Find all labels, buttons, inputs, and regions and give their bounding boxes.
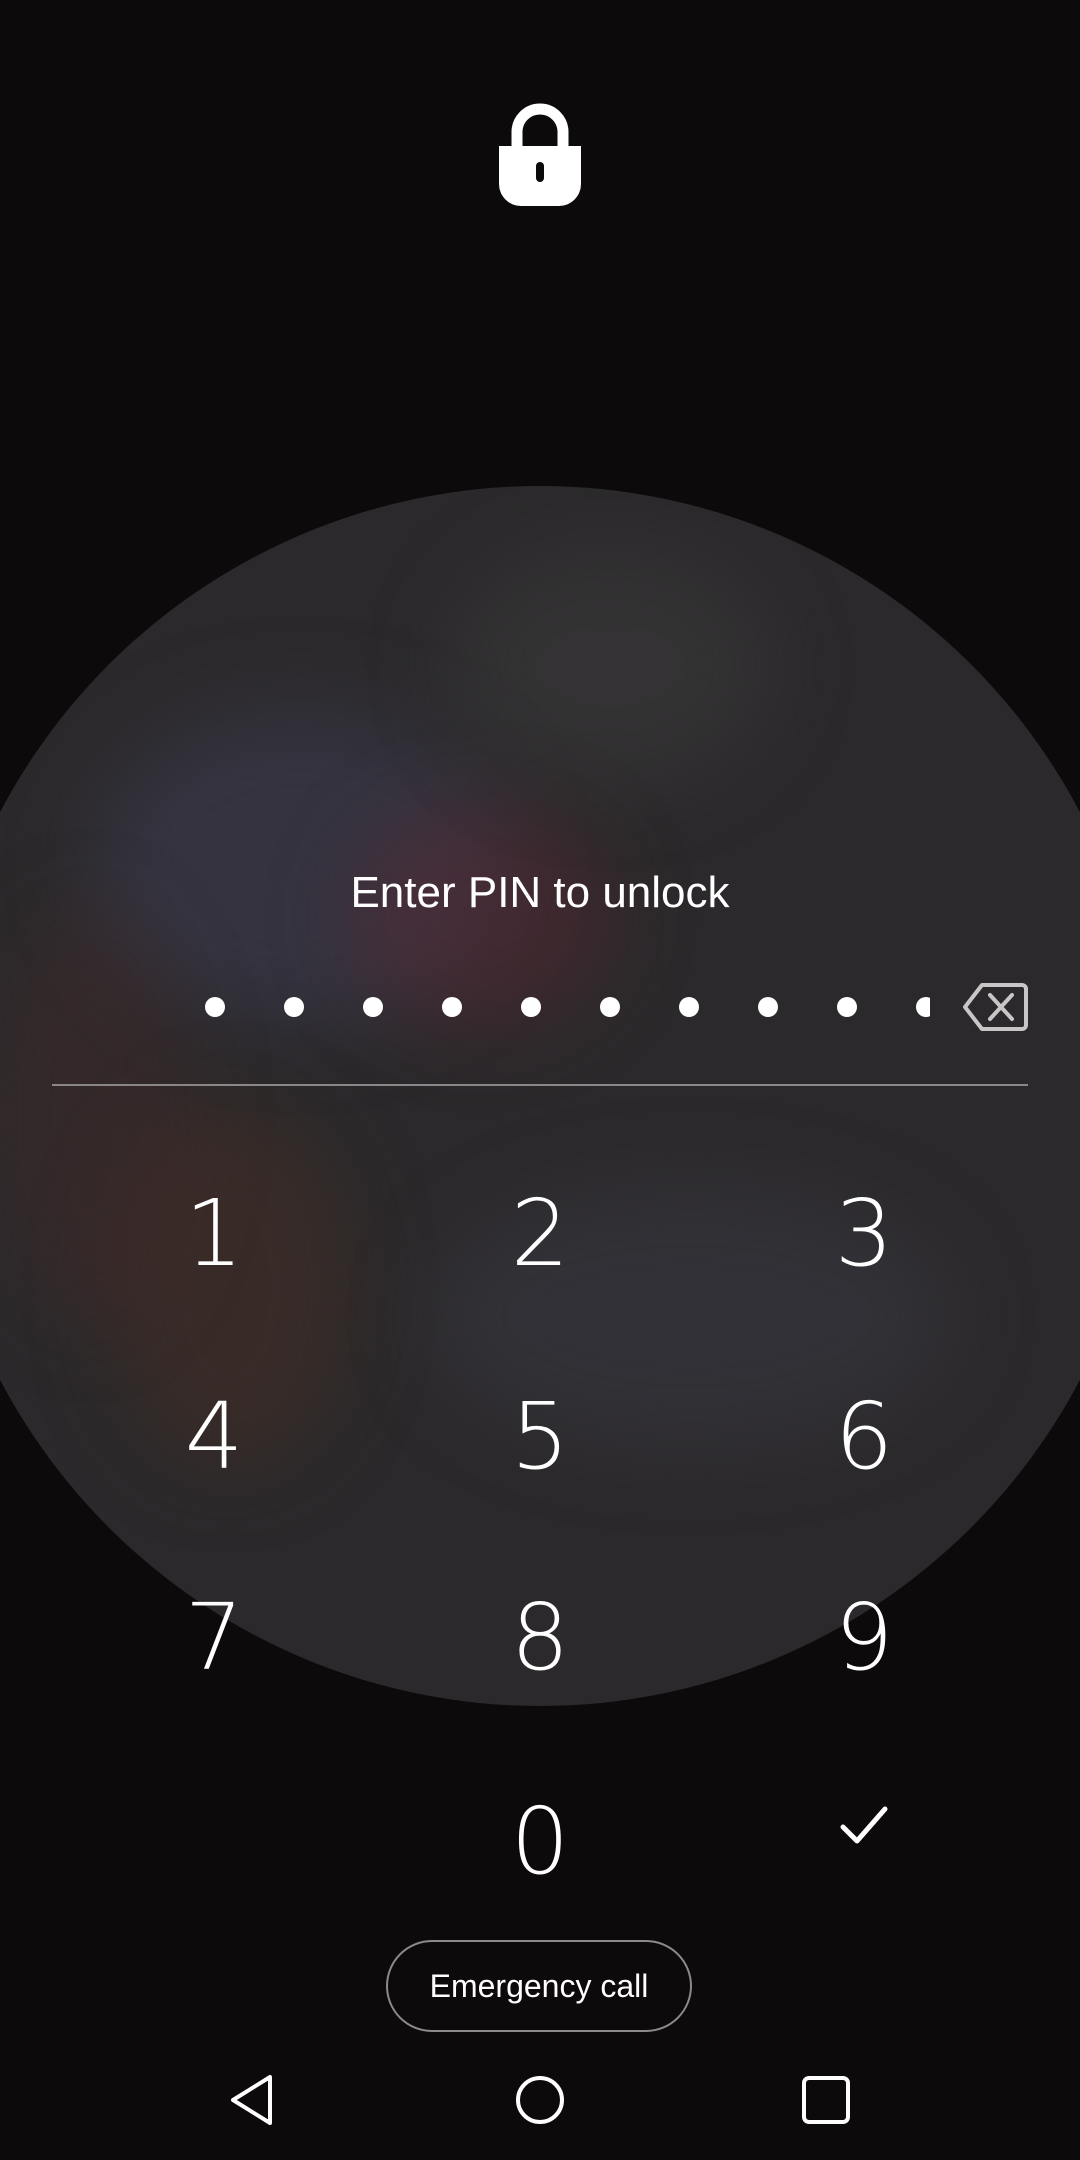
back-triangle-icon: [231, 2075, 272, 2125]
key-9[interactable]: 9: [734, 1562, 994, 1712]
pin-dot: [679, 997, 699, 1017]
pin-dot: [205, 997, 225, 1017]
emergency-call-button[interactable]: Emergency call: [386, 1940, 692, 2032]
lock-icon: [499, 103, 581, 206]
back-button[interactable]: [212, 2060, 292, 2140]
pin-dot: [363, 997, 383, 1017]
recents-button[interactable]: [786, 2060, 866, 2140]
backspace-icon[interactable]: [962, 981, 1028, 1033]
checkmark-icon: [840, 1806, 888, 1844]
pin-dot: [916, 997, 930, 1017]
recents-square-icon: [802, 2076, 850, 2124]
key-3[interactable]: 3: [734, 1158, 994, 1308]
key-5[interactable]: 5: [410, 1361, 670, 1511]
pin-field-divider: [52, 1084, 1028, 1086]
home-button[interactable]: [500, 2060, 580, 2140]
pin-dot: [284, 997, 304, 1017]
key-7[interactable]: 7: [84, 1562, 344, 1712]
confirm-button[interactable]: [734, 1765, 994, 1885]
lock-screen: Enter PIN to unlock 1 2 3 4 5 6 7 8 9 0 …: [0, 0, 1080, 2160]
pin-dot: [521, 997, 541, 1017]
pin-dot: [837, 997, 857, 1017]
key-4[interactable]: 4: [84, 1361, 344, 1511]
pin-dot: [442, 997, 462, 1017]
pin-prompt: Enter PIN to unlock: [350, 868, 730, 917]
key-6[interactable]: 6: [734, 1361, 994, 1511]
key-2[interactable]: 2: [410, 1158, 670, 1308]
key-0[interactable]: 0: [410, 1766, 670, 1916]
pin-dot: [758, 997, 778, 1017]
key-1[interactable]: 1: [84, 1158, 344, 1308]
home-circle-icon: [516, 2076, 564, 2124]
blurred-wallpaper-preview: [0, 486, 1080, 1706]
pin-entry-field[interactable]: [148, 990, 930, 1024]
navigation-bar: [0, 2040, 1080, 2160]
key-8[interactable]: 8: [410, 1562, 670, 1712]
pin-dot: [600, 997, 620, 1017]
